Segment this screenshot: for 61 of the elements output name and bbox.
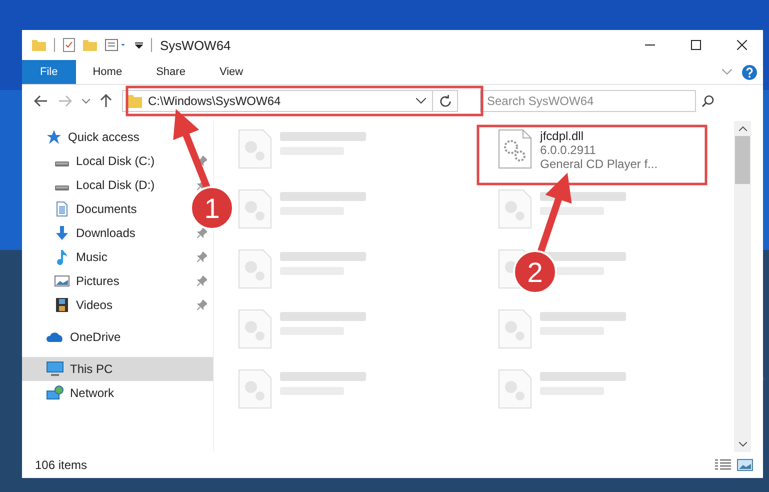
sidebar-item[interactable]: Downloads	[76, 226, 136, 240]
scroll-down-icon[interactable]	[738, 442, 747, 447]
scroll-thumb[interactable]	[735, 136, 750, 184]
sidebar-item[interactable]: Music	[76, 250, 108, 264]
properties-icon[interactable]	[63, 38, 75, 52]
close-icon[interactable]	[737, 40, 747, 50]
tiles-view-icon[interactable]	[737, 459, 753, 471]
details-view-icon[interactable]	[715, 459, 731, 471]
pin-icon[interactable]	[197, 252, 208, 262]
star-icon	[46, 129, 62, 145]
step-number: 2	[527, 257, 543, 288]
help-icon[interactable]	[742, 64, 757, 80]
file-detail: 6.0.0.2911	[540, 143, 597, 157]
pictures-icon	[54, 273, 70, 289]
drive-icon	[54, 161, 70, 167]
sidebar-item[interactable]: This PC	[22, 357, 214, 381]
sidebar-item[interactable]: Quick access	[22, 125, 214, 149]
document-icon	[54, 201, 70, 217]
ribbon-tab[interactable]: Home	[76, 60, 140, 84]
sidebar-item[interactable]: Videos	[76, 298, 112, 312]
ribbon-tab[interactable]: File	[22, 60, 76, 84]
chevron-down-icon[interactable]	[416, 98, 426, 104]
refresh-icon[interactable]	[439, 94, 452, 108]
sidebar-item[interactable]: OneDrive	[22, 325, 214, 349]
network-icon	[46, 385, 64, 401]
sidebar-item[interactable]: Documents	[76, 202, 137, 216]
sidebar-item[interactable]: Network	[22, 381, 214, 405]
cloud-icon	[46, 331, 64, 343]
music-note-icon	[54, 249, 70, 265]
address-path: C:\Windows\SysWOW64	[148, 94, 282, 108]
sidebar-item[interactable]: Local Disk (C:)	[76, 154, 155, 168]
sidebar-item[interactable]: Local Disk (D:)	[76, 178, 155, 192]
view-options-icon[interactable]	[105, 39, 127, 51]
pin-icon[interactable]	[197, 228, 208, 238]
film-icon	[54, 297, 70, 313]
chevron-down-icon[interactable]	[82, 98, 90, 104]
folder-icon	[128, 94, 142, 108]
ribbon-tab[interactable]: View	[202, 60, 260, 84]
back-arrow-icon[interactable]	[34, 95, 48, 107]
search-icon[interactable]	[702, 95, 714, 107]
gear-file-icon[interactable]	[498, 129, 532, 169]
pin-icon[interactable]	[197, 300, 208, 310]
pin-icon[interactable]	[197, 156, 208, 166]
maximize-icon[interactable]	[691, 40, 701, 50]
item-count: 106 items	[35, 458, 88, 472]
address-bar[interactable]: C:\Windows\SysWOW64	[122, 90, 458, 112]
scroll-up-icon[interactable]	[738, 126, 747, 131]
pin-icon[interactable]	[197, 276, 208, 286]
window-title: SysWOW64	[160, 38, 231, 52]
scrollbar[interactable]	[734, 121, 751, 452]
ribbon-tab[interactable]: Share	[139, 60, 202, 84]
search-field[interactable]: Search SysWOW64	[480, 90, 696, 112]
file-name[interactable]: jfcdpl.dll	[540, 129, 658, 143]
drive-icon	[54, 185, 70, 191]
file-detail: General CD Player f...	[540, 157, 658, 171]
sidebar-item[interactable]: Pictures	[76, 274, 120, 288]
up-arrow-icon[interactable]	[100, 94, 112, 108]
dropdown-icon[interactable]	[135, 41, 143, 49]
download-arrow-icon	[54, 225, 70, 241]
step-number: 1	[204, 193, 220, 224]
computer-icon	[46, 361, 64, 377]
